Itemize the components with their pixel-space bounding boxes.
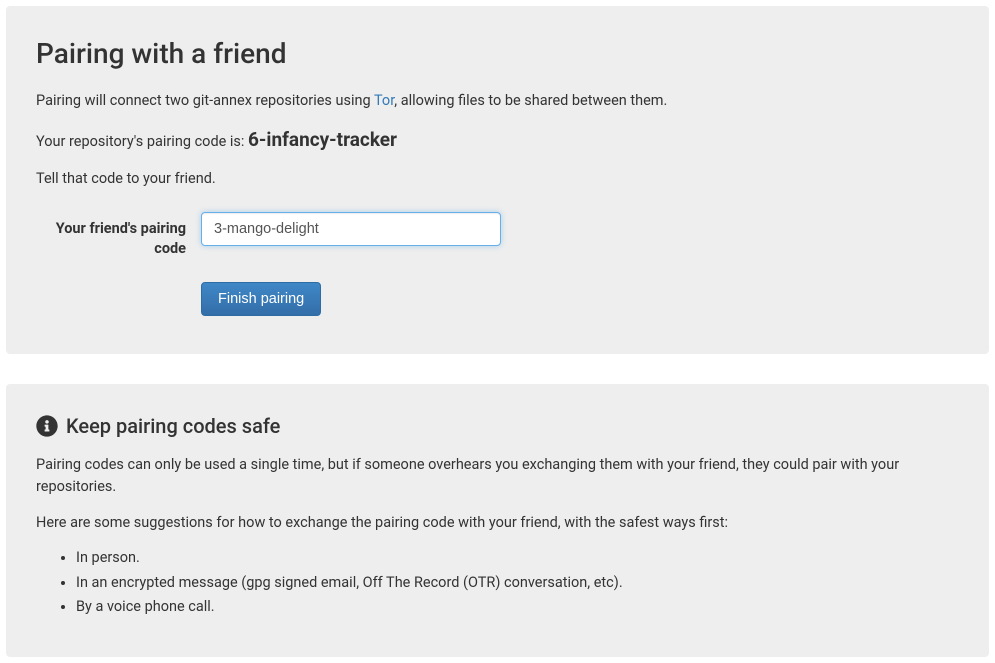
safety-panel: Keep pairing codes safe Pairing codes ca… [6,384,989,657]
safety-suggestions-list: In person. In an encrypted message (gpg … [36,547,959,618]
safety-p1: Pairing codes can only be used a single … [36,454,959,498]
tell-friend-text: Tell that code to your friend. [36,168,959,190]
page-title: Pairing with a friend [36,34,959,74]
friend-code-input[interactable] [201,212,501,246]
list-item: In an encrypted message (gpg signed emai… [76,572,959,594]
safety-title: Keep pairing codes safe [66,412,280,441]
intro-text: Pairing will connect two git-annex repos… [36,90,959,112]
tor-link[interactable]: Tor [374,92,394,109]
pairing-code-value: 6-infancy-tracker [248,128,397,151]
intro-pre: Pairing will connect two git-annex repos… [36,92,374,109]
safety-heading: Keep pairing codes safe [36,412,959,441]
friend-code-row: Your friend's pairing code [36,212,959,260]
friend-code-input-wrap [201,212,501,246]
safety-p2: Here are some suggestions for how to exc… [36,512,959,534]
friend-code-label: Your friend's pairing code [36,212,201,260]
intro-post: , allowing files to be shared between th… [394,92,667,109]
info-icon [36,415,58,437]
list-item: In person. [76,547,959,569]
pairing-panel: Pairing with a friend Pairing will conne… [6,6,989,354]
list-item: By a voice phone call. [76,596,959,618]
code-label: Your repository's pairing code is: [36,133,248,150]
submit-row: Finish pairing [201,282,959,316]
code-line: Your repository's pairing code is: 6-inf… [36,126,959,155]
finish-pairing-button[interactable]: Finish pairing [201,282,321,316]
